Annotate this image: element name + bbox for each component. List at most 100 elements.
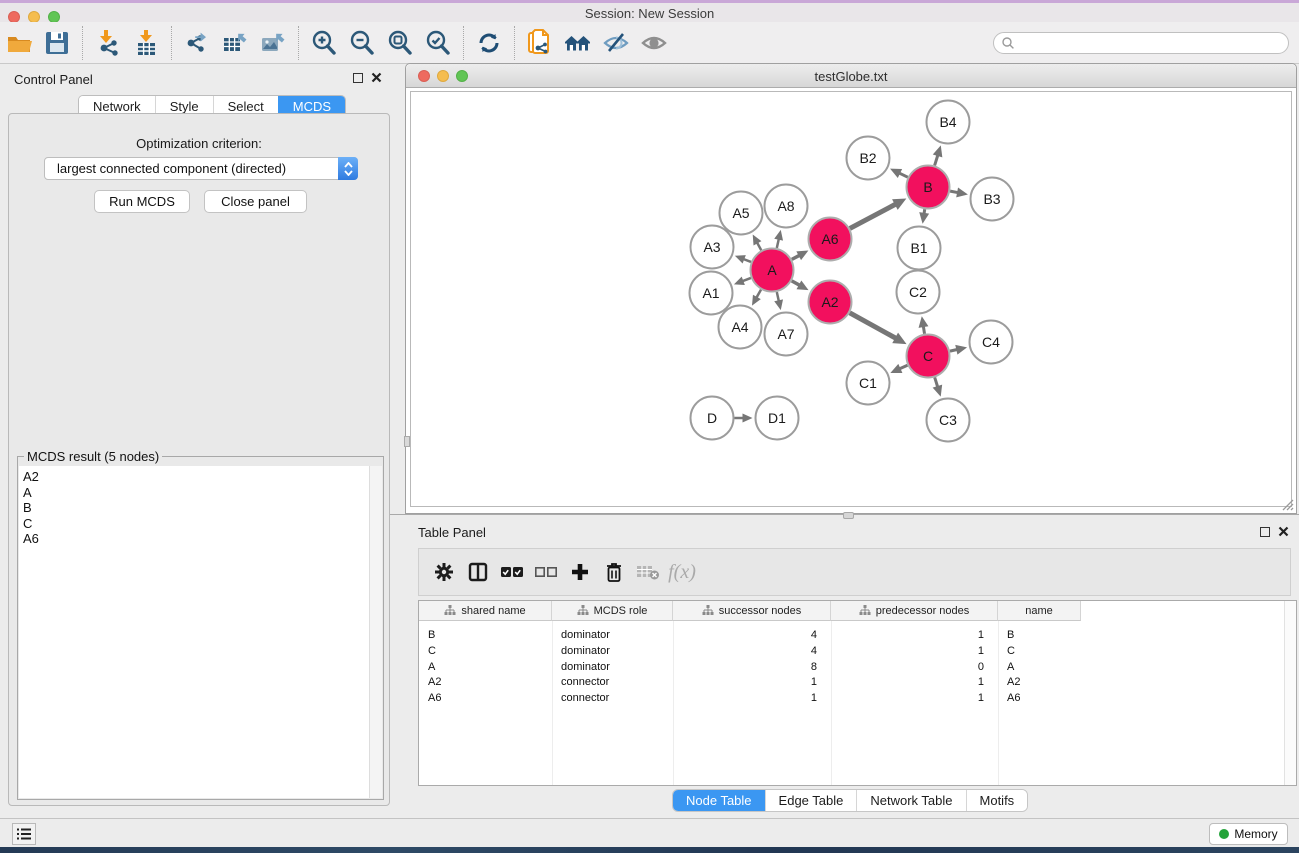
column-header-MCDS-role[interactable]: MCDS role [552,601,673,621]
table-cell-predecessors[interactable]: 1 [831,690,998,706]
column-header-shared-name[interactable]: shared name [419,601,552,621]
graph-node-A3[interactable]: A3 [691,226,734,269]
save-session-button[interactable] [38,25,76,61]
table-cell-successors[interactable]: 4 [673,643,831,659]
table-cell-mcds_role[interactable]: dominator [552,659,673,675]
graph-node-A[interactable]: A [751,249,794,292]
mcds-result-item[interactable]: A [23,485,369,501]
import-network-button[interactable] [89,25,127,61]
delete-table-button[interactable] [631,555,665,589]
window-edge-grip[interactable] [404,436,410,447]
zoom-in-button[interactable] [305,25,343,61]
deselect-all-button[interactable] [529,555,563,589]
graph-node-A8[interactable]: A8 [765,185,808,228]
table-cell-shared_name[interactable]: A [419,659,552,675]
add-column-button[interactable] [563,555,597,589]
mcds-result-item[interactable]: C [23,516,369,532]
table-cell-successors[interactable]: 1 [673,674,831,690]
graph-node-C3[interactable]: C3 [927,399,970,442]
zoom-out-button[interactable] [343,25,381,61]
graph-node-C4[interactable]: C4 [970,321,1013,364]
import-table-button[interactable] [127,25,165,61]
table-cell-shared_name[interactable]: B [419,627,552,643]
graph-node-B4[interactable]: B4 [927,101,970,144]
table-cell-name[interactable]: A6 [998,690,1081,706]
toolbar-search-field[interactable] [993,32,1289,54]
column-header-predecessor-nodes[interactable]: predecessor nodes [831,601,998,621]
table-cell-shared_name[interactable]: A6 [419,690,552,706]
table-cell-mcds_role[interactable]: dominator [552,627,673,643]
close-table-panel-icon[interactable] [1278,526,1289,537]
tab-network-table[interactable]: Network Table [856,790,965,811]
export-image-button[interactable] [254,25,292,61]
float-table-panel-icon[interactable] [1260,527,1270,537]
table-cell-successors[interactable]: 8 [673,659,831,675]
tab-motifs[interactable]: Motifs [966,790,1028,811]
mcds-result-item[interactable]: A6 [23,531,369,547]
search-input[interactable] [1015,36,1275,50]
table-cell-predecessors[interactable]: 1 [831,627,998,643]
open-session-button[interactable] [0,25,38,61]
table-cell-predecessors[interactable]: 0 [831,659,998,675]
table-cell-mcds_role[interactable]: connector [552,674,673,690]
network-canvas[interactable]: B4B2BB3B1A5A8A6A3AA1A2C2A4A7C4CC1C3DD1 [410,91,1292,507]
table-cell-shared_name[interactable]: A2 [419,674,552,690]
mcds-list-scrollbar[interactable] [369,466,382,798]
close-panel-button[interactable]: Close panel [204,190,307,213]
column-header-name[interactable]: name [998,601,1081,621]
graph-node-C1[interactable]: C1 [847,362,890,405]
cybrowser-home-button[interactable] [559,25,597,61]
float-panel-icon[interactable] [353,73,363,83]
graph-node-D[interactable]: D [691,397,734,440]
table-cell-name[interactable]: C [998,643,1081,659]
function-builder-button[interactable]: f(x) [665,555,699,589]
tab-edge-table[interactable]: Edge Table [765,790,857,811]
mcds-result-list[interactable]: A2ABCA6 [19,466,369,798]
column-header-successor-nodes[interactable]: successor nodes [673,601,831,621]
graph-edge-A6-B[interactable] [850,204,897,229]
tab-node-table[interactable]: Node Table [673,790,765,811]
table-cell-name[interactable]: A2 [998,674,1081,690]
table-cell-predecessors[interactable]: 1 [831,643,998,659]
memory-button[interactable]: Memory [1209,823,1288,845]
table-cell-shared_name[interactable]: C [419,643,552,659]
graph-edge-A2-C[interactable] [850,313,897,339]
optimization-criterion-dropdown[interactable]: largest connected component (directed) [44,157,358,180]
graph-node-C2[interactable]: C2 [897,271,940,314]
table-cell-successors[interactable]: 1 [673,690,831,706]
graph-node-B2[interactable]: B2 [847,137,890,180]
table-cell-mcds_role[interactable]: dominator [552,643,673,659]
column-resize-button[interactable] [461,555,495,589]
table-cell-name[interactable]: B [998,627,1081,643]
table-cell-predecessors[interactable]: 1 [831,674,998,690]
graph-node-A4[interactable]: A4 [719,306,762,349]
mcds-result-item[interactable]: B [23,500,369,516]
mcds-result-item[interactable]: A2 [23,469,369,485]
delete-column-button[interactable] [597,555,631,589]
select-all-button[interactable] [495,555,529,589]
graph-node-D1[interactable]: D1 [756,397,799,440]
show-graphics-details-button[interactable] [635,25,673,61]
show-task-history-button[interactable] [12,823,36,845]
divider-grip[interactable] [843,512,854,519]
run-mcds-button[interactable]: Run MCDS [94,190,190,213]
graph-node-B3[interactable]: B3 [971,178,1014,221]
table-cell-name[interactable]: A [998,659,1081,675]
graph-node-A7[interactable]: A7 [765,313,808,356]
export-network-button[interactable] [178,25,216,61]
export-table-button[interactable] [216,25,254,61]
network-window-titlebar[interactable]: testGlobe.txt [406,64,1296,88]
graph-node-A6[interactable]: A6 [809,218,852,261]
table-settings-button[interactable] [427,555,461,589]
node-table[interactable]: shared nameMCDS rolesuccessor nodesprede… [418,600,1297,786]
refresh-button[interactable] [470,25,508,61]
table-cell-successors[interactable]: 4 [673,627,831,643]
graph-node-B[interactable]: B [907,166,950,209]
graph-node-C[interactable]: C [907,335,950,378]
zoom-selected-button[interactable] [419,25,457,61]
graph-node-A1[interactable]: A1 [690,272,733,315]
new-network-from-selection-button[interactable] [521,25,559,61]
graph-node-B1[interactable]: B1 [898,227,941,270]
graph-node-A5[interactable]: A5 [720,192,763,235]
table-scrollbar[interactable] [1284,601,1296,785]
